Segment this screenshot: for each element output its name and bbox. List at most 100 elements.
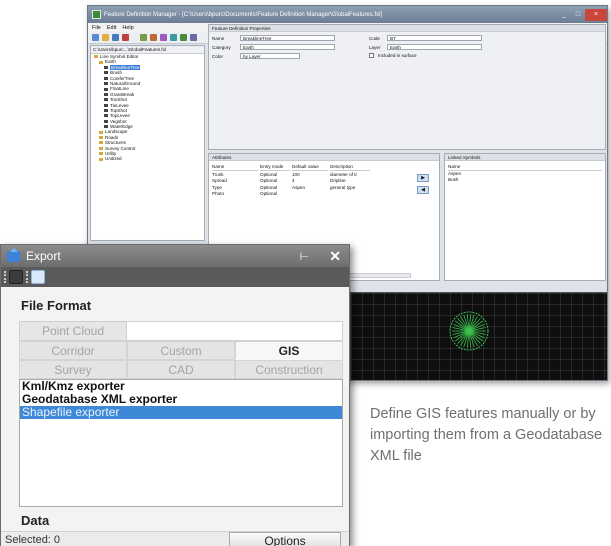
layer-label: Layer	[369, 44, 381, 50]
file-format-title: File Format	[21, 298, 92, 313]
options-button[interactable]: Options	[229, 532, 341, 546]
tab-cad[interactable]: CAD	[127, 360, 235, 379]
import-icon[interactable]	[170, 34, 177, 41]
properties-icon[interactable]	[190, 34, 197, 41]
layers-icon[interactable]	[9, 270, 23, 284]
tab-corridor[interactable]: Corridor	[19, 341, 127, 360]
symbol-preview	[350, 292, 607, 380]
feature-icon	[104, 125, 108, 129]
attributes-cell[interactable]: Dripline	[330, 178, 370, 184]
attributes-column-header[interactable]: Default value	[292, 164, 328, 171]
pin-icon[interactable]: ⊢	[300, 250, 310, 263]
format-row-spacer	[127, 321, 343, 341]
code-label: Code	[369, 35, 380, 41]
category-select[interactable]: Earth	[240, 44, 335, 50]
attributes-column-header[interactable]: Description	[330, 164, 370, 171]
linked-symbols-panel: Linked Symbols Name Aspen Bush	[444, 153, 606, 281]
export-icon[interactable]	[180, 34, 187, 41]
attributes-cell[interactable]: 100	[292, 172, 328, 178]
export-title: Export	[26, 249, 61, 263]
attributes-cell[interactable]	[292, 191, 328, 197]
exporter-shapefile[interactable]: Shapefile exporter	[20, 406, 342, 419]
attributes-table[interactable]: Name Entry mode Default value Description Tr…	[209, 161, 439, 197]
attributes-cell[interactable]: general type	[330, 185, 370, 191]
folder-icon	[99, 60, 103, 64]
folder-icon	[99, 152, 103, 156]
attributes-cell[interactable]: Optional	[260, 178, 290, 184]
linked-symbols-header: Linked Symbols	[445, 154, 605, 161]
tab-construction[interactable]: Construction	[235, 360, 343, 379]
save-icon[interactable]	[112, 34, 119, 41]
attributes-cell[interactable]: diameter of tr	[330, 172, 370, 178]
attributes-cell[interactable]: Optional	[260, 185, 290, 191]
menu-edit[interactable]: Edit	[107, 25, 116, 31]
add-symbol-icon[interactable]	[160, 34, 167, 41]
included-in-surface-checkbox[interactable]	[369, 53, 374, 58]
tab-gis[interactable]: GIS	[235, 341, 343, 360]
included-in-surface-label: Included in surface	[378, 53, 417, 58]
tree-item-label: Unitized	[105, 156, 122, 162]
fdm-window-title: Feature Definition Manager - [C:\Users\b…	[104, 11, 383, 18]
open-icon[interactable]	[102, 34, 109, 41]
delete-icon[interactable]	[122, 34, 129, 41]
attributes-cell[interactable]: Type	[212, 185, 258, 191]
menu-help[interactable]: Help	[122, 25, 133, 31]
attributes-header: Attributes	[209, 154, 439, 161]
new-icon[interactable]	[92, 34, 99, 41]
color-select[interactable]: by Layer	[240, 53, 300, 59]
exporter-list[interactable]: Kml/Kmz exporter Geodatabase XML exporte…	[19, 379, 343, 507]
minimize-button[interactable]: _	[557, 9, 571, 21]
attributes-cell[interactable]: Aspen	[292, 185, 328, 191]
feature-icon	[104, 103, 108, 107]
export-settings-icon[interactable]	[31, 270, 45, 284]
folder-icon	[99, 141, 103, 145]
export-footer: Selected: 0 Options	[1, 531, 349, 546]
menu-file[interactable]: File	[92, 25, 101, 31]
attributes-cell[interactable]: Optional	[260, 172, 290, 178]
tree-root[interactable]: C:\Users\bpurc...\GlobalFeatures.fxl	[91, 46, 204, 54]
close-window-button[interactable]: ×	[585, 8, 607, 21]
export-toolbar	[1, 267, 349, 287]
properties-header: Feature Definition Properties	[209, 25, 605, 32]
maximize-button[interactable]: □	[571, 9, 585, 21]
folder-icon	[94, 55, 98, 59]
tab-survey[interactable]: Survey	[19, 360, 127, 379]
tree-item[interactable]: Unitized	[91, 156, 204, 161]
feature-tree[interactable]: C:\Users\bpurc...\GlobalFeatures.fxl Lin…	[90, 45, 205, 241]
attributes-cell[interactable]	[330, 191, 370, 197]
feature-icon	[104, 92, 108, 96]
attributes-cell[interactable]: 4	[292, 178, 328, 184]
code-field[interactable]: BT	[387, 35, 482, 41]
format-point-cloud[interactable]: Point Cloud	[19, 321, 127, 341]
grip-handle[interactable]	[4, 271, 6, 283]
export-panel: Export ⊢ ✕ File Format Point Cloud Corri…	[0, 244, 350, 546]
format-tabs: Corridor Custom GIS Survey CAD Construct…	[19, 341, 343, 379]
attributes-cell[interactable]: Trunk	[212, 172, 258, 178]
symbol-item[interactable]: Bush	[448, 177, 602, 183]
tab-custom[interactable]: Custom	[127, 341, 235, 360]
attributes-cell[interactable]: Spread	[212, 178, 258, 184]
tree-symbol-icon	[449, 311, 489, 351]
name-field[interactable]: BreaklineTree	[240, 35, 335, 41]
attributes-cell[interactable]: Photo	[212, 191, 258, 197]
attributes-column-header[interactable]: Entry mode	[260, 164, 290, 171]
fdm-title-bar: Feature Definition Manager - [C:\Users\b…	[88, 6, 607, 23]
attributes-column-header[interactable]: Name	[212, 164, 258, 171]
feature-properties-panel: Feature Definition Properties Name Break…	[208, 24, 606, 150]
selected-count: Selected: 0	[5, 534, 61, 546]
data-title: Data	[21, 513, 50, 528]
close-icon[interactable]: ✕	[329, 248, 341, 265]
feature-icon	[104, 82, 108, 86]
unlink-symbol-button[interactable]: ◀	[417, 186, 429, 194]
caption-text: Define GIS features manually or by impor…	[370, 406, 603, 464]
link-symbol-button[interactable]: ▶	[417, 174, 429, 182]
feature-icon	[104, 71, 108, 75]
add-feature-icon[interactable]	[140, 34, 147, 41]
attributes-cell[interactable]: Optional	[260, 191, 290, 197]
grip-handle[interactable]	[26, 271, 28, 283]
layer-select[interactable]: Earth	[387, 44, 482, 50]
symbols-column-name: Name	[448, 164, 602, 171]
add-attribute-icon[interactable]	[150, 34, 157, 41]
name-label: Name	[212, 35, 225, 41]
folder-icon	[99, 136, 103, 140]
